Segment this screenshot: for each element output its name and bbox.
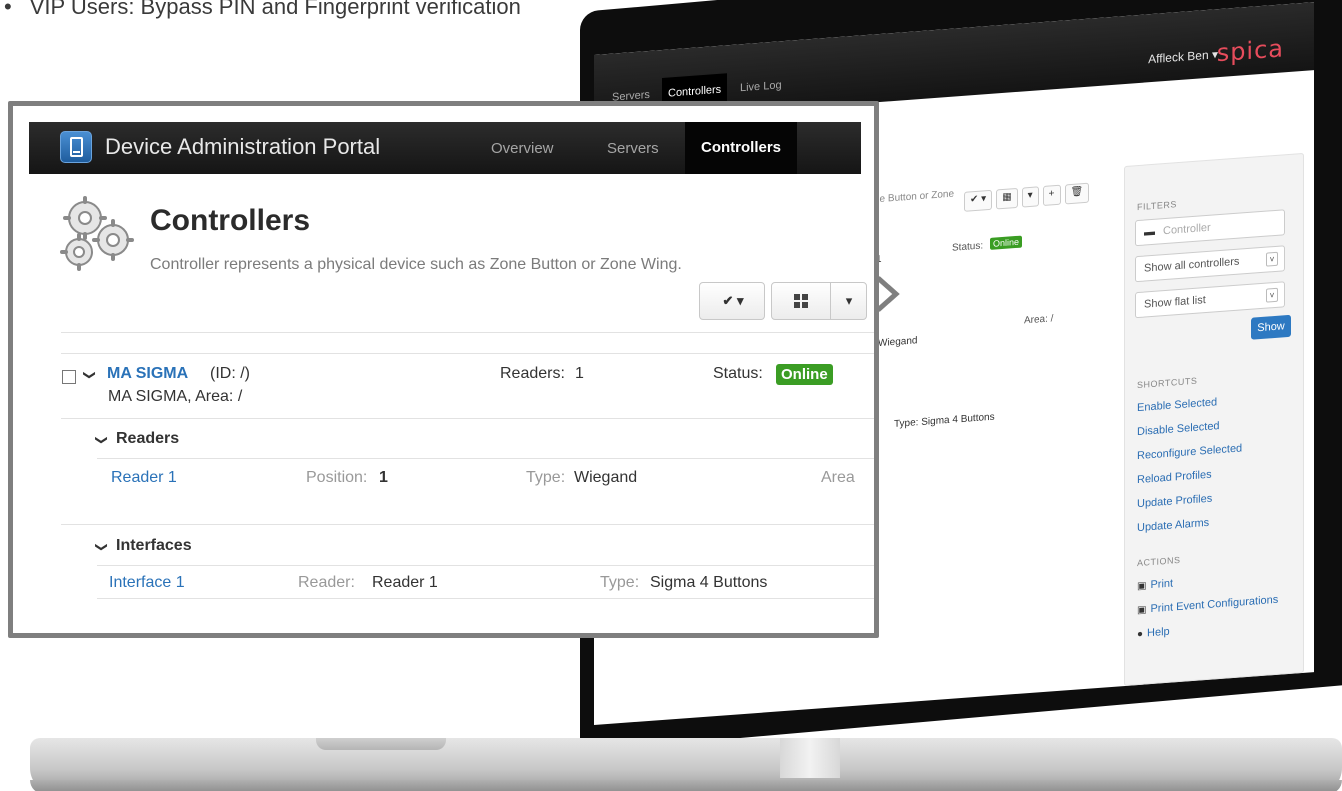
- laptop-reader-type: Wiegand: [878, 335, 918, 350]
- action-print-event-configurations[interactable]: ▣ Print Event Configurations: [1137, 594, 1278, 616]
- laptop-add-button[interactable]: +: [1042, 184, 1061, 207]
- bulk-action-dropdown[interactable]: ✔ ▾: [699, 282, 765, 320]
- user-menu[interactable]: Affleck Ben ▾: [1148, 47, 1218, 66]
- interfaces-heading[interactable]: Interfaces: [116, 537, 192, 555]
- chevron-down-icon: v: [1266, 287, 1278, 303]
- show-all-select[interactable]: Show all controllers v: [1135, 245, 1285, 283]
- reader-type-value: Wiegand: [574, 469, 638, 486]
- laptop-interface-type: Type: Sigma 4 Buttons: [894, 411, 995, 430]
- laptop-toolbar: ✔ ▾ ▦ ▾ + 🗑: [964, 182, 1090, 212]
- laptop-status-badge: Online: [990, 235, 1023, 250]
- readers-chevron-icon[interactable]: ❯: [95, 435, 109, 445]
- laptop-base: [30, 738, 1342, 791]
- action-print[interactable]: ▣ Print: [1137, 577, 1173, 592]
- show-button[interactable]: Show: [1251, 314, 1291, 340]
- tab-servers[interactable]: Servers: [607, 140, 659, 157]
- laptop-check-button[interactable]: ✔ ▾: [964, 189, 993, 212]
- row-divider: [61, 418, 874, 419]
- status-badge: Online: [776, 364, 833, 385]
- view-toggle-group: ▾: [771, 282, 867, 320]
- top-navbar: Device Administration Portal Overview Se…: [29, 122, 861, 174]
- header-divider: [61, 332, 874, 333]
- action-help[interactable]: ● Help: [1137, 626, 1170, 640]
- shortcut-enable-selected[interactable]: Enable Selected: [1137, 396, 1217, 414]
- interface-1-link[interactable]: Interface 1: [109, 574, 185, 592]
- help-icon: ●: [1137, 628, 1144, 641]
- section-divider: [61, 524, 874, 525]
- interface-type-value: Sigma 4 Buttons: [650, 574, 768, 591]
- interfaces-bottom-divider: [97, 598, 874, 599]
- laptop-reader-area: Area: /: [1024, 313, 1054, 327]
- reader-area-label: Area: [821, 469, 855, 486]
- expand-chevron-icon[interactable]: ❯: [83, 370, 97, 380]
- shortcut-disable-selected[interactable]: Disable Selected: [1137, 420, 1220, 438]
- laptop-sidebar: FILTERS ▬ Controller Show all controllers…: [1124, 152, 1304, 687]
- tab-overview[interactable]: Overview: [491, 140, 554, 157]
- readers-heading[interactable]: Readers: [116, 430, 179, 448]
- list-top-divider: [61, 353, 874, 354]
- laptop-notch: [316, 738, 446, 750]
- readers-divider: [97, 458, 874, 459]
- controller-filter-input[interactable]: ▬ Controller: [1135, 209, 1285, 247]
- interface-reader-label: Reader:: [298, 574, 355, 591]
- device-app-icon[interactable]: [60, 131, 92, 163]
- caption-text: VIP Users: Bypass PIN and Fingerprint ve…: [29, 0, 521, 19]
- view-dropdown-caret[interactable]: ▾: [831, 283, 867, 319]
- gears-icon: [60, 196, 134, 271]
- page-title: Controllers: [150, 204, 311, 237]
- interface-reader-value: Reader 1: [372, 574, 438, 591]
- laptop-caret-button[interactable]: ▾: [1021, 186, 1039, 208]
- reader-1-link[interactable]: Reader 1: [111, 469, 177, 487]
- controller-subtitle: MA SIGMA, Area: /: [108, 388, 243, 405]
- bullet-dot: •: [4, 0, 12, 19]
- grid-icon: [794, 294, 808, 308]
- chevron-down-icon: ▾: [845, 293, 853, 308]
- shortcut-reconfigure-selected[interactable]: Reconfigure Selected: [1137, 442, 1242, 462]
- controller-readers-label: Readers:: [500, 365, 565, 382]
- caption-line: • VIP Users: Bypass PIN and Fingerprint v…: [4, 0, 521, 20]
- reader-type-label: Type:: [526, 469, 566, 486]
- controller-name-link[interactable]: MA SIGMA: [107, 365, 188, 383]
- interfaces-chevron-icon[interactable]: ❯: [95, 542, 109, 552]
- shortcut-reload-profiles[interactable]: Reload Profiles: [1137, 469, 1212, 486]
- interface-type-label: Type:: [600, 574, 640, 591]
- controller-status-label: Status:: [713, 365, 763, 382]
- controller-readers-value: 1: [575, 365, 584, 382]
- shortcuts-heading: SHORTCUTS: [1137, 375, 1198, 391]
- controller-id: (ID: /): [210, 365, 250, 382]
- controller-select-checkbox[interactable]: [62, 370, 76, 384]
- laptop-desc-fragment: ne Button or Zone: [874, 188, 955, 206]
- chevron-down-icon: ▾: [737, 293, 744, 308]
- laptop-tab-live-log[interactable]: Live Log: [740, 79, 782, 94]
- print-icon: ▣: [1137, 580, 1147, 593]
- reader-position-label: Position:: [306, 469, 368, 486]
- laptop-base-edge: [30, 780, 1342, 791]
- chevron-down-icon: v: [1266, 251, 1278, 267]
- page-description: Controller represents a physical device …: [150, 256, 682, 273]
- zoom-callout: Device Administration Portal Overview Se…: [8, 101, 879, 638]
- grid-view-button[interactable]: [772, 283, 830, 319]
- laptop-status-label: Status:: [952, 240, 984, 254]
- interfaces-divider: [97, 565, 874, 566]
- tab-controllers[interactable]: Controllers: [685, 122, 798, 174]
- app-title[interactable]: Device Administration Portal: [105, 134, 380, 160]
- laptop-hinge: [780, 738, 840, 778]
- check-icon: ✔: [722, 293, 734, 308]
- reader-position-value: 1: [379, 469, 388, 486]
- laptop-grid-button[interactable]: ▦: [996, 187, 1018, 210]
- filter-icon: ▬: [1144, 225, 1155, 239]
- shortcut-update-profiles[interactable]: Update Profiles: [1137, 493, 1212, 511]
- spica-logo: spica: [1216, 34, 1284, 68]
- actions-heading: ACTIONS: [1137, 554, 1181, 569]
- filters-heading: FILTERS: [1137, 199, 1177, 213]
- check-dropdown-button[interactable]: ✔ ▾: [700, 283, 766, 319]
- shortcut-update-alarms[interactable]: Update Alarms: [1137, 517, 1209, 534]
- laptop-delete-button[interactable]: 🗑: [1064, 182, 1090, 205]
- show-list-select[interactable]: Show flat list v: [1135, 281, 1285, 319]
- print-icon: ▣: [1137, 604, 1147, 617]
